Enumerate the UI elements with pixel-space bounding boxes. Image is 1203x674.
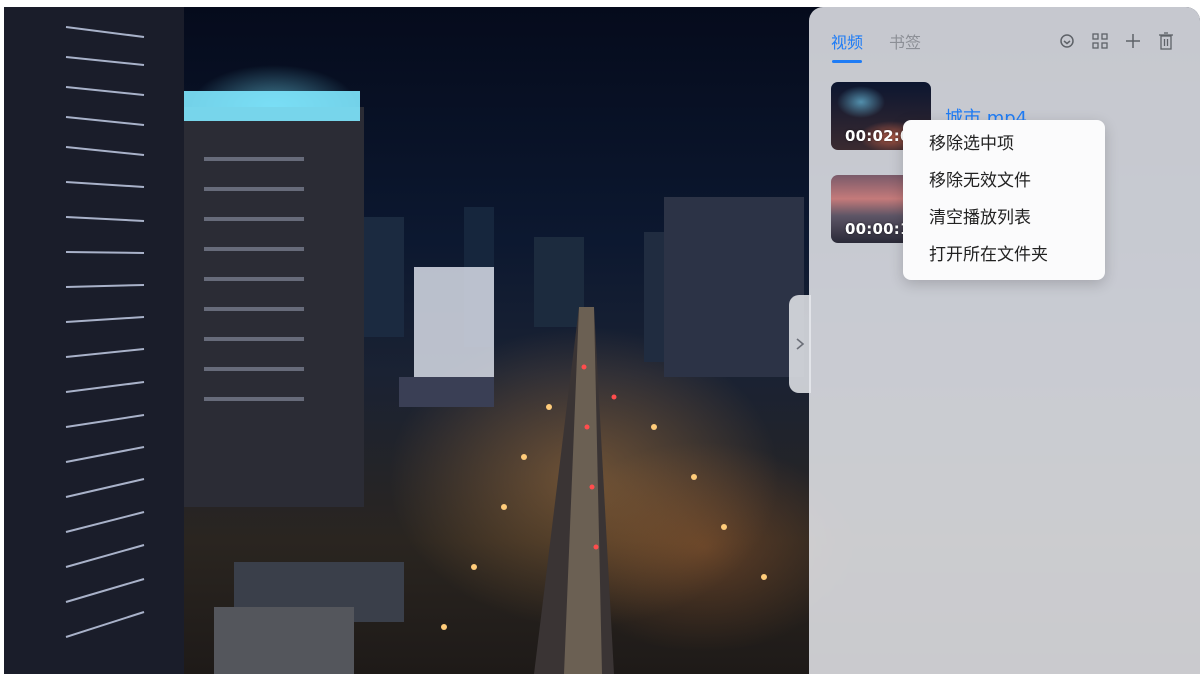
context-menu: 移除选中项 移除无效文件 清空播放列表 打开所在文件夹 — [903, 120, 1105, 280]
delete-icon[interactable] — [1156, 31, 1176, 51]
duration-label: 00:02:0 — [845, 127, 911, 145]
menu-item-remove-selected[interactable]: 移除选中项 — [903, 126, 1105, 163]
menu-item-remove-invalid[interactable]: 移除无效文件 — [903, 163, 1105, 200]
menu-item-clear-playlist[interactable]: 清空播放列表 — [903, 200, 1105, 237]
collapse-panel-button[interactable] — [789, 295, 811, 393]
tab-video[interactable]: 视频 — [831, 29, 863, 63]
grid-view-icon[interactable] — [1090, 31, 1110, 51]
tab-bookmark[interactable]: 书签 — [889, 29, 921, 63]
playlist-cycle-icon[interactable] — [1057, 31, 1077, 51]
panel-toolbar — [1057, 31, 1176, 51]
panel-tabs: 视频 书签 — [831, 29, 921, 63]
duration-label: 00:00:1 — [845, 220, 911, 238]
menu-item-open-folder[interactable]: 打开所在文件夹 — [903, 237, 1105, 274]
playlist-panel: 视频 书签 00:02:0 城市.mp4 00:00:1 — [809, 7, 1200, 674]
chevron-right-icon — [796, 338, 805, 350]
add-icon[interactable] — [1123, 31, 1143, 51]
